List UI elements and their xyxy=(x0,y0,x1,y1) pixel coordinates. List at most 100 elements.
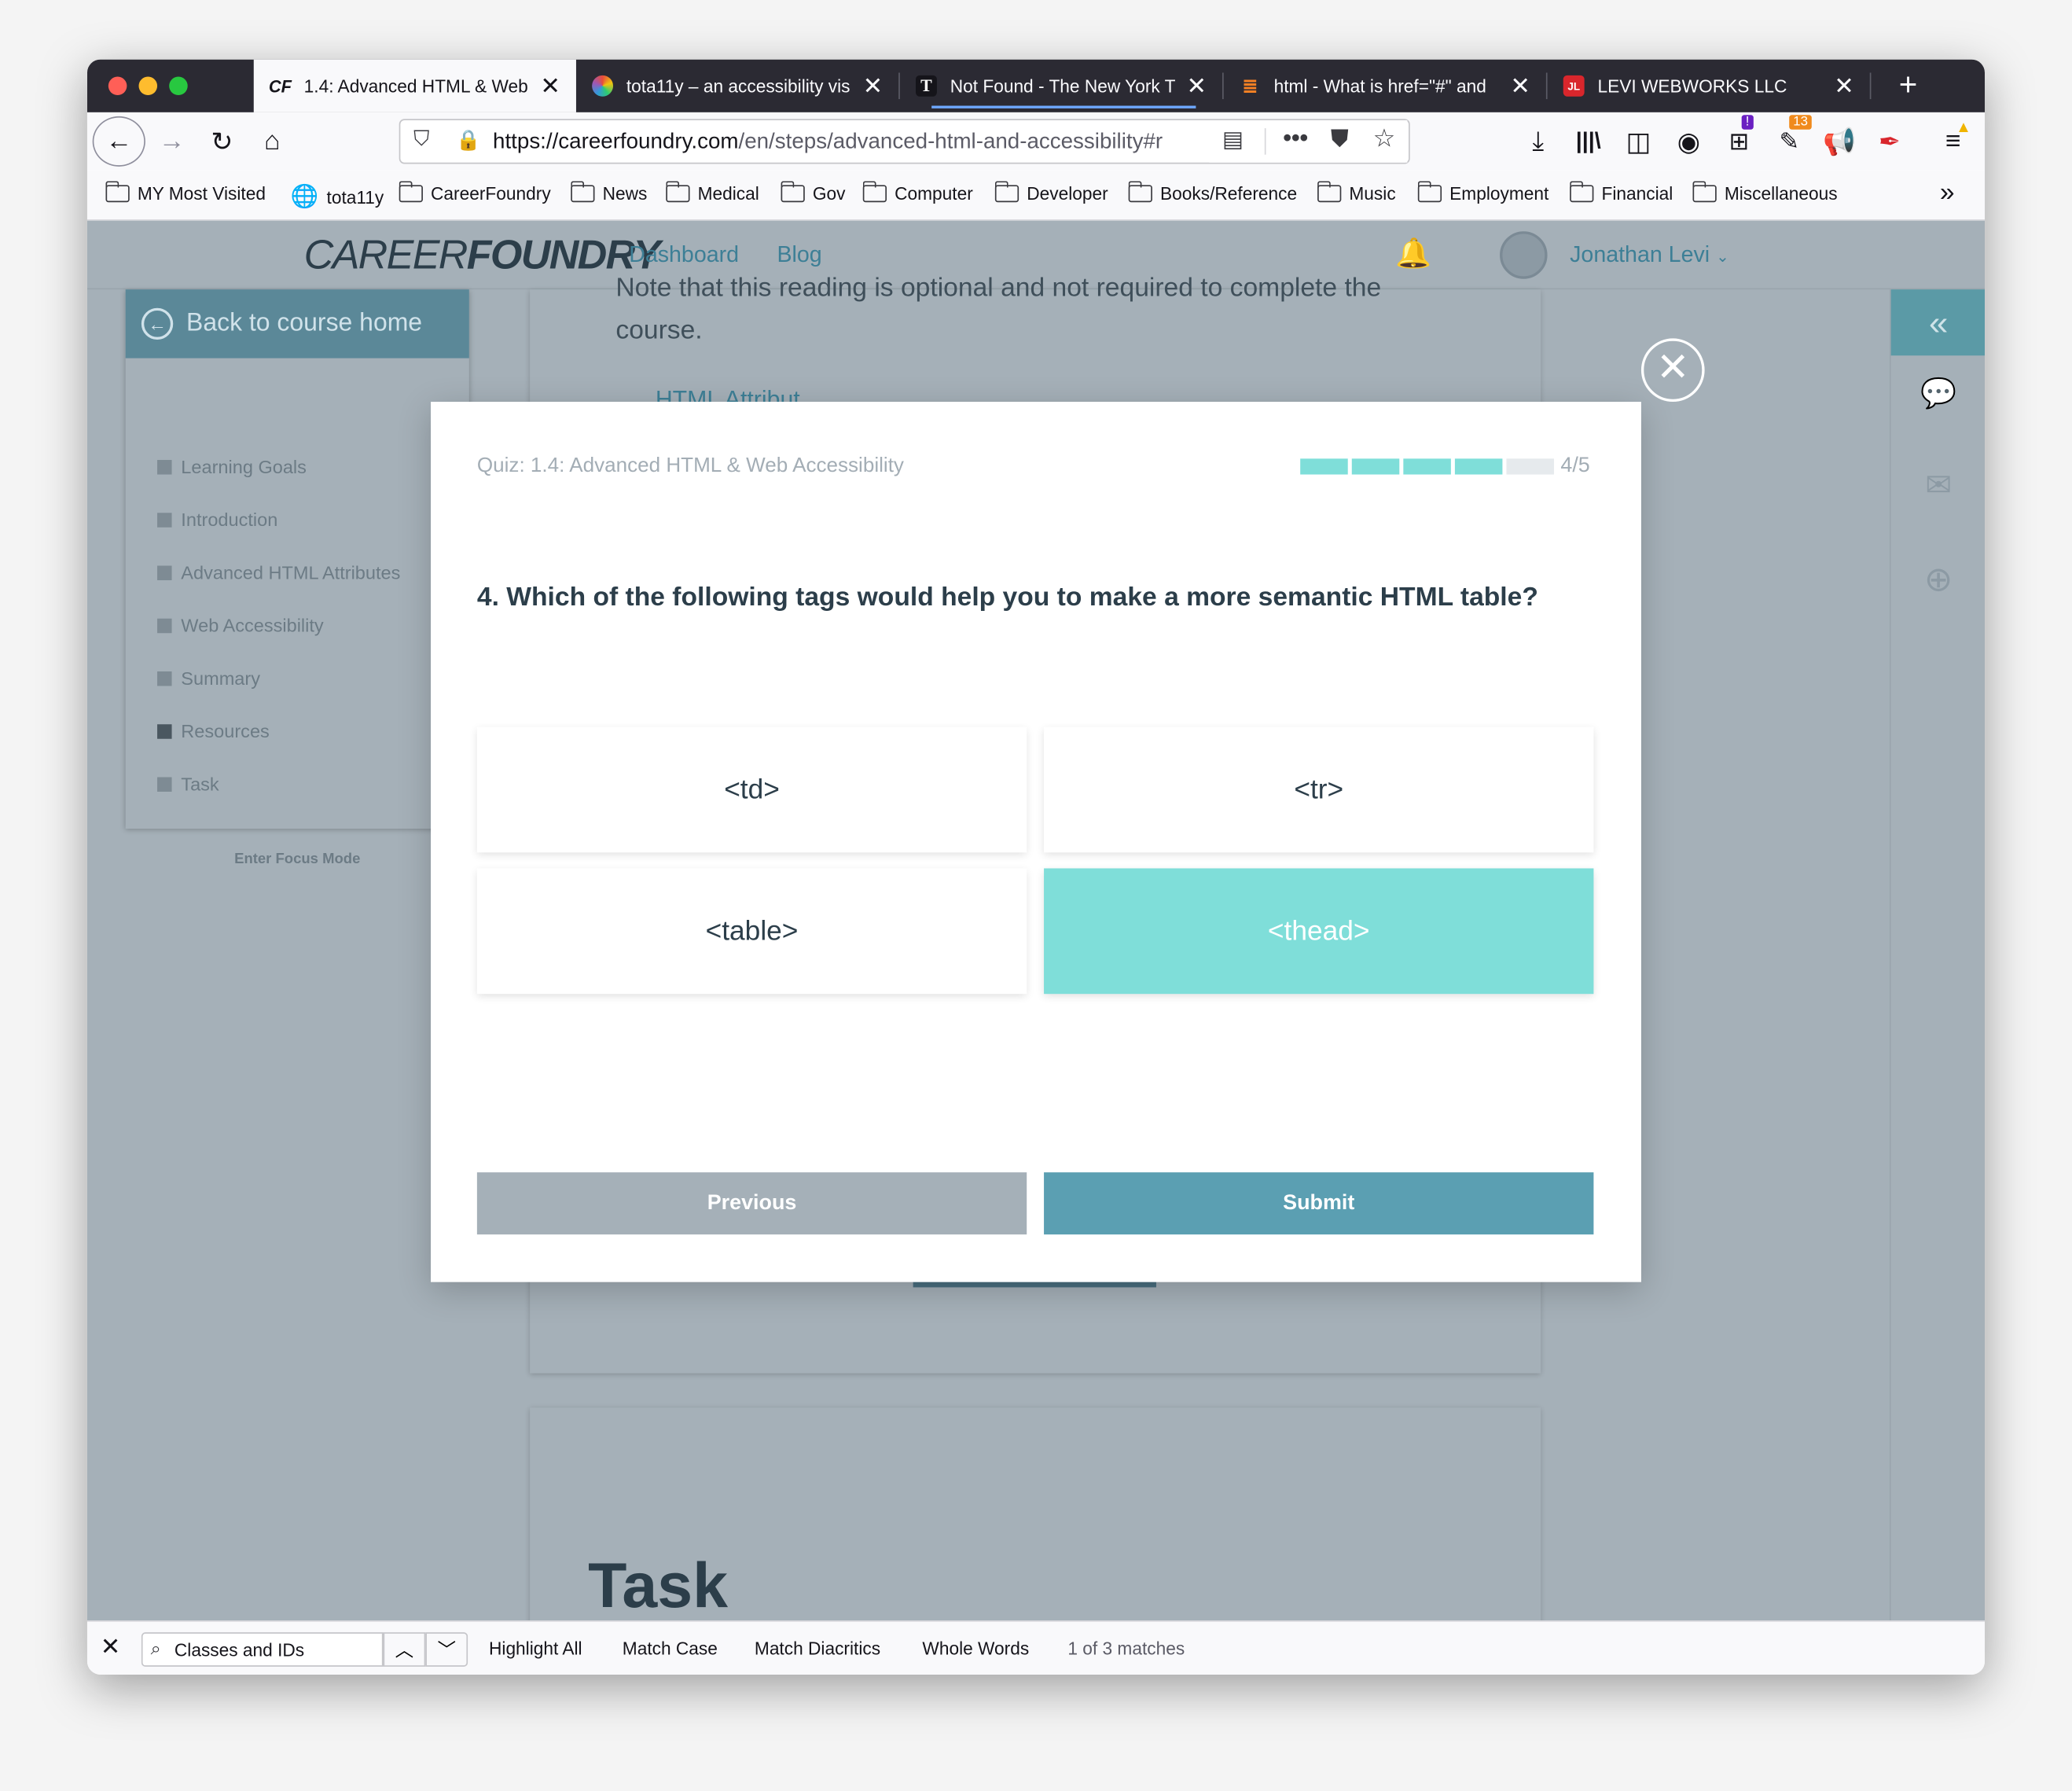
progress-count: 4/5 xyxy=(1560,454,1590,477)
back-to-course-button[interactable]: ← Back to course home xyxy=(125,289,469,359)
tab-leviwebworks[interactable]: JL LEVI WEBWORKS LLC ✕ xyxy=(1548,60,1870,112)
tab-title: 1.4: Advanced HTML & Web xyxy=(303,75,528,96)
find-bar: ✕ ⌕ Classes and IDs ︿ ﹀ Highlight All Ma… xyxy=(86,1620,1986,1675)
user-menu[interactable]: Jonathan Levi ⌄ xyxy=(1570,242,1729,269)
page-actions-icon[interactable]: ••• xyxy=(1283,124,1308,152)
menu-icon[interactable]: ≡ ▲ xyxy=(1934,118,1971,160)
notification-bell-icon[interactable]: 🔔 xyxy=(1395,237,1431,271)
bookmark-careerfoundry[interactable]: CareerFoundry xyxy=(398,181,551,204)
tab-stackoverflow[interactable]: ≣ html - What is href="#" and ✕ xyxy=(1224,60,1546,112)
bullet-square-icon xyxy=(157,617,172,633)
megaphone-icon[interactable]: 📢 xyxy=(1821,123,1858,160)
back-label: Back to course home xyxy=(186,309,423,337)
bookmark-label: Developer xyxy=(1027,183,1108,204)
close-tab-icon[interactable]: ✕ xyxy=(1834,74,1853,97)
minimize-window-button[interactable] xyxy=(138,76,158,96)
extension-glasses-icon[interactable]: ✎ 13 xyxy=(1771,115,1812,160)
careerfoundry-logo[interactable]: CAREERFOUNDRY xyxy=(304,231,661,279)
close-window-button[interactable] xyxy=(108,76,127,96)
find-input[interactable]: ⌕ Classes and IDs xyxy=(141,1632,384,1667)
tab-nytimes[interactable]: T Not Found - The New York T ✕ xyxy=(900,60,1222,112)
sidebar-item-introduction[interactable]: Introduction xyxy=(157,509,277,530)
bookmark-developer[interactable]: Developer xyxy=(994,181,1108,204)
answer-option-thead[interactable]: <thead> xyxy=(1044,868,1594,995)
collapse-rail-chevron-icon[interactable]: « xyxy=(1890,289,1986,356)
enter-focus-mode-link[interactable]: Enter Focus Mode xyxy=(126,851,469,867)
reload-icon[interactable]: ↻ xyxy=(204,123,241,160)
address-bar[interactable]: ⛉ 🔒 https://careerfoundry.com/en/steps/a… xyxy=(399,119,1410,164)
reader-view-icon[interactable]: ▤ xyxy=(1222,127,1244,153)
back-arrow-icon[interactable]: ← xyxy=(92,116,145,167)
eyedropper-icon[interactable]: ✒ xyxy=(1871,123,1908,160)
more-bookmarks-chevron-icon[interactable]: » xyxy=(1940,178,1955,209)
bookmark-label: Financial xyxy=(1601,183,1673,204)
mail-icon[interactable]: ✉ xyxy=(1891,466,1985,505)
highlight-all-toggle[interactable]: Highlight All xyxy=(489,1639,582,1659)
new-tab-button[interactable]: + xyxy=(1882,60,1934,112)
sidebar-item-resources[interactable]: Resources xyxy=(157,720,270,741)
nav-dashboard[interactable]: Dashboard xyxy=(629,242,739,269)
sidebar-item-label: Advanced HTML Attributes xyxy=(181,561,401,583)
bookmark-miscellaneous[interactable]: Miscellaneous xyxy=(1692,181,1838,204)
close-tab-icon[interactable]: ✕ xyxy=(1510,74,1530,97)
bookmark-label: tota11y xyxy=(326,186,384,208)
close-modal-button[interactable]: ✕ xyxy=(1640,338,1705,403)
bookmark-books-reference[interactable]: Books/Reference xyxy=(1127,181,1297,204)
close-tab-icon[interactable]: ✕ xyxy=(540,74,560,97)
tab-careerfoundry[interactable]: CF 1.4: Advanced HTML & Web ✕ xyxy=(253,59,576,112)
bookmark-tota11y[interactable]: 🌐 tota11y xyxy=(291,184,384,211)
library-icon[interactable]: |||\ xyxy=(1570,123,1607,160)
downloads-icon[interactable]: ⤓ xyxy=(1519,123,1556,160)
answer-option-tr[interactable]: <tr> xyxy=(1044,726,1594,853)
sidebar-item-learning-goals[interactable]: Learning Goals xyxy=(157,456,307,477)
bookmark-financial[interactable]: Financial xyxy=(1569,181,1673,204)
extension-fence-icon[interactable]: ⊞ ! xyxy=(1721,115,1758,160)
close-tab-icon[interactable]: ✕ xyxy=(863,74,883,97)
whole-words-toggle[interactable]: Whole Words xyxy=(922,1639,1029,1659)
article-text: Note that this reading is optional and n… xyxy=(615,273,1382,303)
bookmark-gov[interactable]: Gov xyxy=(780,181,846,204)
course-sidebar: ← Back to course home Learning Goals Int… xyxy=(125,289,469,867)
account-icon[interactable]: ◉ xyxy=(1670,123,1707,160)
match-case-toggle[interactable]: Match Case xyxy=(623,1639,718,1659)
chevron-down-icon: ⌄ xyxy=(1716,247,1730,266)
bookmark-employment[interactable]: Employment xyxy=(1416,181,1549,204)
maximize-window-button[interactable] xyxy=(169,76,188,96)
match-diacritics-toggle[interactable]: Match Diacritics xyxy=(755,1639,880,1659)
bookmark-star-icon[interactable]: ☆ xyxy=(1373,124,1396,155)
tab-tota11y[interactable]: tota11y – an accessibility vis ✕ xyxy=(576,60,898,112)
chat-bubbles-icon[interactable]: 💬 xyxy=(1891,377,1985,411)
bookmark-most-visited[interactable]: MY Most Visited xyxy=(105,181,266,204)
close-tab-icon[interactable]: ✕ xyxy=(1186,74,1206,97)
lock-icon[interactable]: 🔒 xyxy=(456,128,480,153)
pocket-icon[interactable]: ⛊ xyxy=(1331,126,1349,153)
bookmark-music[interactable]: Music xyxy=(1317,181,1396,204)
sidebar-item-advanced-html-attributes[interactable]: Advanced HTML Attributes xyxy=(157,561,400,583)
bookmark-news[interactable]: News xyxy=(570,181,647,204)
answer-option-table[interactable]: <table> xyxy=(476,868,1027,995)
close-find-bar-icon[interactable]: ✕ xyxy=(101,1634,120,1661)
sidebar-item-task[interactable]: Task xyxy=(157,773,219,794)
find-previous-chevron-up-icon[interactable]: ︿ xyxy=(383,1632,426,1667)
sidebar-toggle-icon[interactable]: ◫ xyxy=(1620,123,1657,160)
bookmark-label: Employment xyxy=(1449,183,1549,204)
find-next-chevron-down-icon[interactable]: ﹀ xyxy=(425,1632,468,1667)
shield-icon[interactable]: ⛉ xyxy=(413,128,429,152)
progress-segment xyxy=(1454,458,1503,475)
previous-button[interactable]: Previous xyxy=(476,1172,1027,1235)
submit-button[interactable]: Submit xyxy=(1044,1172,1594,1235)
help-lifebuoy-icon[interactable]: ⊕ xyxy=(1891,559,1985,600)
bookmark-computer[interactable]: Computer xyxy=(861,181,973,204)
sidebar-item-summary[interactable]: Summary xyxy=(157,667,260,689)
bookmark-label: Miscellaneous xyxy=(1724,183,1838,204)
progress-segment xyxy=(1300,458,1348,475)
home-icon[interactable]: ⌂ xyxy=(254,123,291,160)
answer-option-td[interactable]: <td> xyxy=(476,726,1027,853)
avatar[interactable] xyxy=(1500,231,1548,279)
forward-arrow-icon[interactable]: → xyxy=(153,123,190,160)
url-text[interactable]: https://careerfoundry.com/en/steps/advan… xyxy=(493,130,1163,155)
warning-icon: ▲ xyxy=(1956,117,1972,137)
nav-blog[interactable]: Blog xyxy=(777,242,821,269)
bookmark-medical[interactable]: Medical xyxy=(665,181,759,204)
sidebar-item-web-accessibility[interactable]: Web Accessibility xyxy=(157,615,324,636)
